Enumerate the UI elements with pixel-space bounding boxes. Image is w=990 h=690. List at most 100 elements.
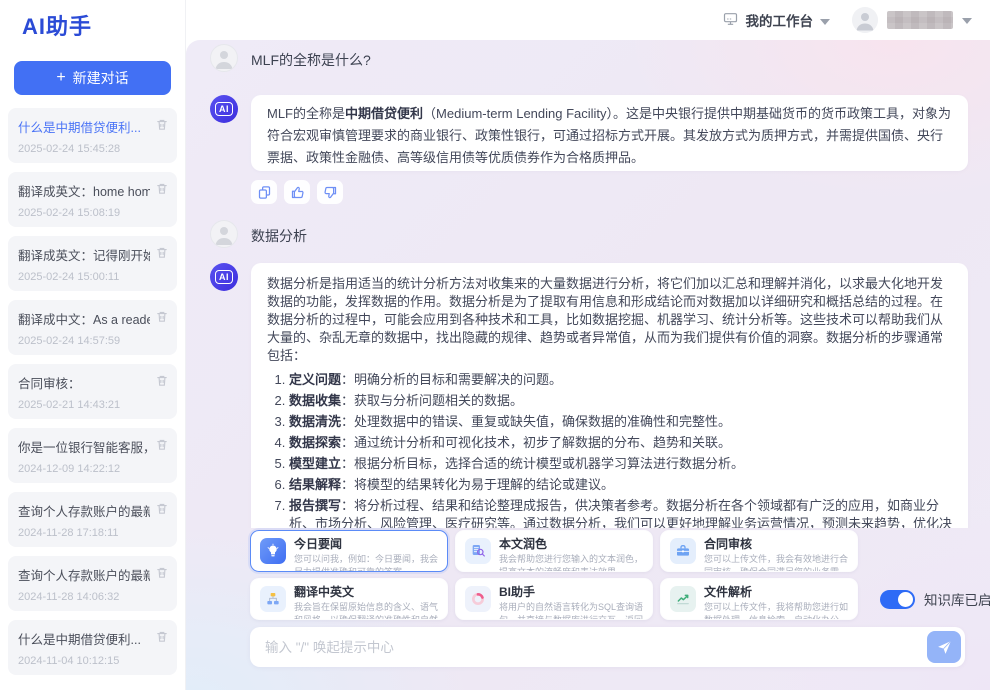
user-avatar: [210, 220, 238, 248]
delete-icon[interactable]: [155, 117, 169, 132]
ai-message-bubble: MLF的全称是中期借贷便利（Medium-term Lending Facili…: [251, 95, 968, 171]
conversation-item[interactable]: 合同审核： 2025-02-21 14:43:21: [8, 364, 177, 419]
conversation-title: 查询个人存款账户的最新...: [18, 565, 150, 584]
ai-avatar: AI: [210, 263, 238, 291]
chat-panel: MLF的全称是什么? AI MLF的全称是中期借贷便利（Medium-term …: [186, 40, 990, 690]
ai-text-bold: 中期借贷便利: [345, 106, 423, 121]
card-contract-review[interactable]: 合同审核您可以上传文件，我会有效地进行合同审核，确保合同满足您的业务需求。: [660, 530, 858, 572]
card-title: 本文润色: [499, 537, 643, 551]
delete-icon[interactable]: [155, 245, 169, 260]
card-file-parse[interactable]: 文件解析您可以上传文件，我将帮助您进行如数据处理、信息检索、自动化办公等。: [660, 578, 858, 620]
ai-text: 数据分析是指用适当的统计分析方法对收集来的大量数据进行分析，将它们加以汇总和理解…: [267, 276, 943, 363]
conversation-time: 2025-02-21 14:43:21: [18, 399, 167, 411]
user-message: 数据分析: [210, 220, 968, 248]
delete-icon[interactable]: [155, 309, 169, 324]
quick-actions: 今日要闻您可以问我，例如：今日要闻，我会尽力提供准确和可靠的答案。 本文润色我会…: [250, 530, 968, 620]
card-desc: 我会帮助您进行您输入的文本润色，提高文本的流畅度和表达效果。: [499, 553, 643, 572]
message-input[interactable]: [265, 640, 927, 655]
conversation-title: 合同审核：: [18, 373, 150, 392]
card-desc: 将用户的自然语言转化为SQL查询语句，并直接与数据库进行交互，返回智能推荐的图表…: [499, 601, 643, 620]
feature-cards: 今日要闻您可以问我，例如：今日要闻，我会尽力提供准确和可靠的答案。 本文润色我会…: [250, 530, 858, 620]
card-today-news[interactable]: 今日要闻您可以问我，例如：今日要闻，我会尽力提供准确和可靠的答案。: [250, 530, 448, 572]
ai-message: AI 数据分析是指用适当的统计分析方法对收集来的大量数据进行分析，将它们加以汇总…: [210, 263, 968, 528]
conversation-time: 2025-02-24 15:00:11: [18, 271, 167, 283]
conversation-title: 你是一位银行智能客服，...: [18, 437, 150, 456]
card-translate[interactable]: 翻译中英文我会旨在保留原始信息的含义、语气和风格，以确保翻译的准确性和自然流畅。: [250, 578, 448, 620]
message-actions: [251, 180, 968, 204]
conversation-item[interactable]: 什么是中期借贷便利... 2025-02-24 15:45:28: [8, 108, 177, 163]
ai-message-bubble: 数据分析是指用适当的统计分析方法对收集来的大量数据进行分析，将它们加以汇总和理解…: [251, 263, 968, 528]
translate-icon: [260, 586, 286, 612]
ai-avatar: AI: [210, 95, 238, 123]
conversation-title: 翻译成中文：As a reader...: [18, 309, 150, 328]
chevron-down-icon: [962, 11, 972, 29]
card-desc: 您可以上传文件，我会有效地进行合同审核，确保合同满足您的业务需求。: [704, 553, 848, 572]
knowledge-base-label: 知识库已启用: [924, 589, 990, 609]
card-title: 翻译中英文: [294, 585, 438, 599]
conversation-time: 2024-11-04 10:12:15: [18, 655, 167, 667]
card-bi-assistant[interactable]: BI助手将用户的自然语言转化为SQL查询语句，并直接与数据库进行交互，返回智能推…: [455, 578, 653, 620]
conversation-item[interactable]: 你是一位银行智能客服，... 2024-12-09 14:22:12: [8, 428, 177, 483]
polish-icon: [465, 538, 491, 564]
step-item: 数据探索：通过统计分析和可视化技术，初步了解数据的分布、趋势和关联。: [289, 434, 952, 452]
plus-icon: +: [56, 70, 65, 86]
conversation-item[interactable]: 什么是中期借贷便利... 2024-11-04 10:12:15: [8, 620, 177, 675]
card-title: 合同审核: [704, 537, 848, 551]
card-title: 今日要闻: [294, 537, 438, 551]
delete-icon[interactable]: [155, 373, 169, 388]
trend-chart-icon: [670, 586, 696, 612]
sidebar: AI助手 + 新建对话 什么是中期借贷便利... 2025-02-24 15:4…: [0, 0, 186, 690]
top-bar: 我的工作台: [186, 0, 990, 40]
delete-icon[interactable]: [155, 501, 169, 516]
user-message-text: 数据分析: [251, 220, 307, 248]
copy-button[interactable]: [251, 180, 277, 204]
conversation-title: 查询个人存款账户的最新...: [18, 501, 150, 520]
account-menu[interactable]: [852, 7, 972, 33]
chat-thread: MLF的全称是什么? AI MLF的全称是中期借贷便利（Medium-term …: [186, 40, 990, 528]
card-desc: 您可以上传文件，我将帮助您进行如数据处理、信息检索、自动化办公等。: [704, 601, 848, 620]
conversation-title: 什么是中期借贷便利...: [18, 117, 150, 136]
new-chat-label: 新建对话: [73, 68, 129, 88]
app-logo: AI助手: [0, 0, 185, 41]
conversation-time: 2025-02-24 14:57:59: [18, 335, 167, 347]
step-item: 报告撰写：将分析过程、结果和结论整理成报告，供决策者参考。数据分析在各个领域都有…: [289, 497, 952, 528]
toggle-switch-icon[interactable]: [880, 590, 915, 609]
conversation-title: 翻译成英文：home home: [18, 181, 150, 200]
chevron-down-icon: [820, 13, 830, 28]
conversation-item[interactable]: 查询个人存款账户的最新... 2024-11-28 17:18:11: [8, 492, 177, 547]
ai-message: AI MLF的全称是中期借贷便利（Medium-term Lending Fac…: [210, 95, 968, 171]
thumbs-down-button[interactable]: [317, 180, 343, 204]
briefcase-icon: [670, 538, 696, 564]
conversation-title: 翻译成英文：记得刚开始...: [18, 245, 150, 264]
conversation-item[interactable]: 查询个人存款账户的最新... 2024-11-28 14:06:32: [8, 556, 177, 611]
card-desc: 我会旨在保留原始信息的含义、语气和风格，以确保翻译的准确性和自然流畅。: [294, 601, 438, 620]
new-chat-button[interactable]: + 新建对话: [14, 61, 171, 95]
steps-list: 定义问题：明确分析的目标和需要解决的问题。 数据收集：获取与分析问题相关的数据。…: [267, 371, 952, 528]
conversation-time: 2025-02-24 15:45:28: [18, 143, 167, 155]
send-button[interactable]: [927, 631, 961, 663]
composer: [250, 627, 965, 667]
delete-icon[interactable]: [155, 437, 169, 452]
conversation-title: 什么是中期借贷便利...: [18, 629, 150, 648]
knowledge-base-toggle[interactable]: 知识库已启用: [880, 589, 990, 609]
delete-icon[interactable]: [155, 629, 169, 644]
step-item: 定义问题：明确分析的目标和需要解决的问题。: [289, 371, 952, 389]
conversation-time: 2025-02-24 15:08:19: [18, 207, 167, 219]
delete-icon[interactable]: [155, 181, 169, 196]
card-desc: 您可以问我，例如：今日要闻，我会尽力提供准确和可靠的答案。: [294, 553, 438, 572]
conversation-item[interactable]: 翻译成英文：home home 2025-02-24 15:08:19: [8, 172, 177, 227]
bulb-icon: [260, 538, 286, 564]
step-item: 数据收集：获取与分析问题相关的数据。: [289, 392, 952, 410]
card-text-polish[interactable]: 本文润色我会帮助您进行您输入的文本润色，提高文本的流畅度和表达效果。: [455, 530, 653, 572]
workspace-label: 我的工作台: [746, 10, 814, 30]
monitor-icon: [722, 11, 739, 30]
user-avatar: [852, 7, 878, 33]
conversation-item[interactable]: 翻译成中文：As a reader... 2025-02-24 14:57:59: [8, 300, 177, 355]
user-message: MLF的全称是什么?: [210, 44, 968, 72]
conversation-time: 2024-11-28 14:06:32: [18, 591, 167, 603]
delete-icon[interactable]: [155, 565, 169, 580]
conversation-item[interactable]: 翻译成英文：记得刚开始... 2025-02-24 15:00:11: [8, 236, 177, 291]
conversation-list: 什么是中期借贷便利... 2025-02-24 15:45:28 翻译成英文：h…: [8, 108, 177, 675]
workspace-menu[interactable]: 我的工作台: [722, 10, 831, 30]
thumbs-up-button[interactable]: [284, 180, 310, 204]
